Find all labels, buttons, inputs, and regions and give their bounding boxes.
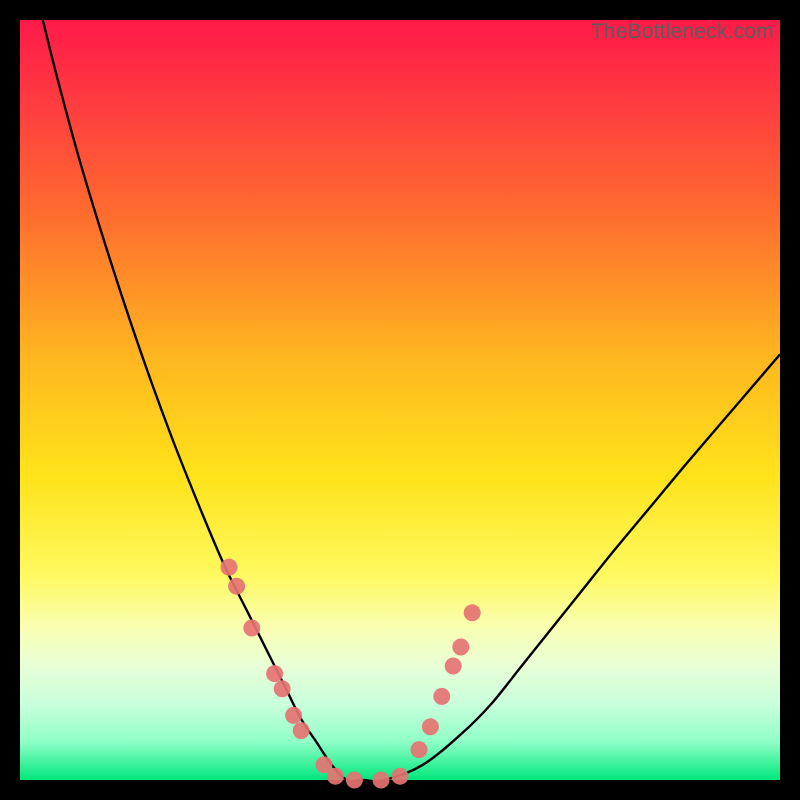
chart-plot-area: TheBottleneck.com xyxy=(20,20,780,780)
highlight-dot xyxy=(293,722,310,739)
highlight-dot xyxy=(422,718,439,735)
watermark-text: TheBottleneck.com xyxy=(591,20,774,44)
highlight-dot xyxy=(243,620,260,637)
highlight-dot xyxy=(285,707,302,724)
chart-frame: TheBottleneck.com xyxy=(0,0,800,800)
highlight-dot xyxy=(445,658,462,675)
highlight-dot xyxy=(373,772,390,789)
highlight-dot xyxy=(266,665,283,682)
bottleneck-curve xyxy=(43,20,780,781)
highlight-dot xyxy=(452,639,469,656)
highlight-dot xyxy=(221,559,238,576)
highlight-dots xyxy=(221,559,481,789)
highlight-dot xyxy=(228,578,245,595)
highlight-dot xyxy=(433,688,450,705)
highlight-dot xyxy=(346,772,363,789)
highlight-dot xyxy=(327,768,344,785)
highlight-dot xyxy=(464,604,481,621)
highlight-dot xyxy=(274,680,291,697)
highlight-dot xyxy=(411,741,428,758)
highlight-dot xyxy=(392,768,409,785)
chart-svg xyxy=(20,20,780,780)
